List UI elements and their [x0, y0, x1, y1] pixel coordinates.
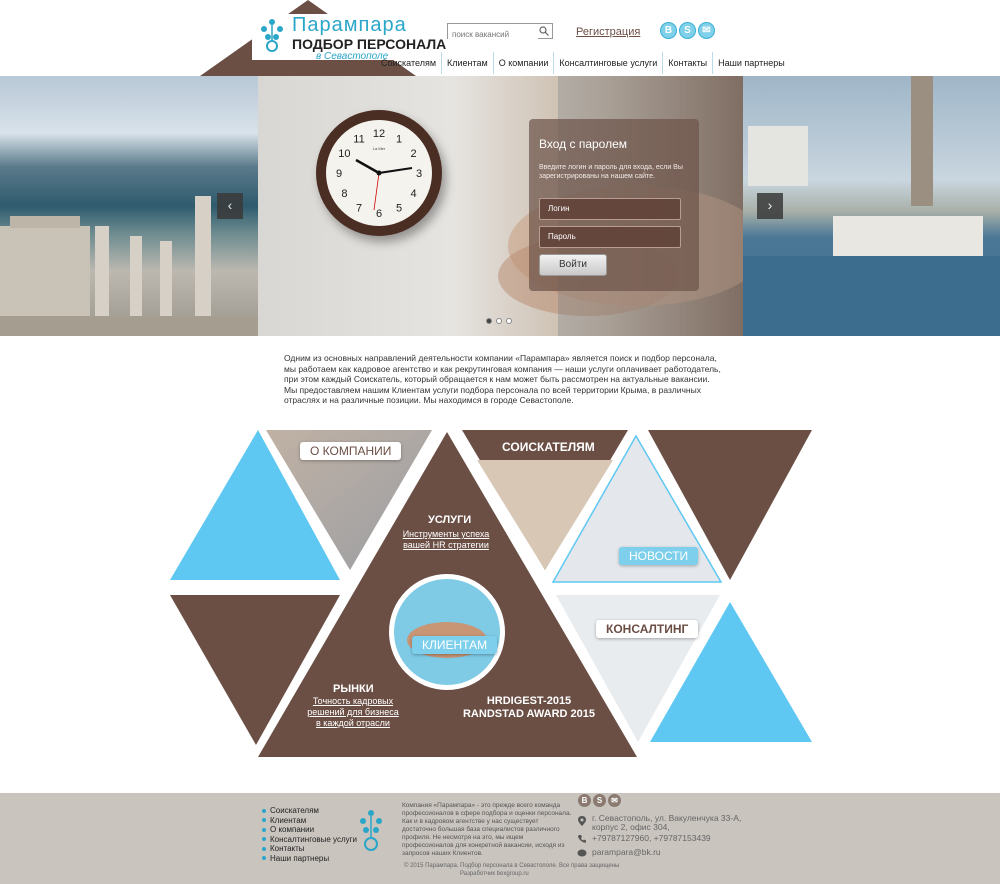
register-link[interactable]: Регистрация: [576, 26, 640, 38]
award-line-2: RANDSTAD AWARD 2015: [462, 708, 596, 720]
clock-numeral: 2: [411, 148, 417, 160]
clock-numeral: 6: [376, 208, 382, 220]
login-description: Введите логин и пароль для входа, если В…: [539, 164, 683, 180]
slider-dots: [486, 318, 512, 324]
slider-next-button[interactable]: ›: [757, 193, 783, 219]
password-field[interactable]: Пароль: [539, 226, 681, 248]
footer-menu-item[interactable]: Клиентам: [262, 816, 357, 826]
site-header: Парампара ПОДБОР ПЕРСОНАЛА в Севастополе…: [0, 0, 1000, 76]
footer-developer-link[interactable]: Разработчик bexgroup.ru: [460, 871, 529, 877]
footer-logo-icon: [360, 810, 382, 851]
bullet-icon: [262, 827, 266, 832]
search-input[interactable]: [448, 27, 538, 42]
clock-numeral: 4: [411, 188, 417, 200]
search-icon[interactable]: [539, 26, 549, 36]
search-box: [447, 23, 553, 42]
clock-numeral: 12: [373, 128, 385, 140]
footer-address: г. Севастополь, ул. Вакуленчука 33-А, ко…: [592, 813, 742, 832]
footer-menu-item[interactable]: О компании: [262, 825, 357, 835]
nav-item-contacts[interactable]: Контакты: [662, 52, 712, 74]
award-text: HRDIGEST-2015 RANDSTAD AWARD 2015: [462, 695, 596, 721]
clock-brand: La Mer: [373, 146, 386, 151]
bullet-icon: [262, 846, 266, 851]
nav-item-partners[interactable]: Наши партнеры: [712, 52, 790, 74]
award-line-1: HRDIGEST-2015: [486, 695, 572, 707]
sections-triangle-grid: О КОМПАНИИ СОИСКАТЕЛЯМ УСЛУГИ Инструмент…: [0, 420, 1000, 795]
slider-dot[interactable]: [496, 318, 502, 324]
clock-face: 12 1 2 3 4 5 6 7 8 9 10 11 La Mer: [326, 120, 432, 226]
clock-numeral: 5: [396, 203, 402, 215]
footer-menu-item[interactable]: Наши партнеры: [262, 854, 357, 864]
footer-vk-icon[interactable]: В: [578, 794, 591, 807]
site-footer: Соискателям Клиентам О компании Консалти…: [0, 793, 1000, 884]
footer-skype-icon[interactable]: S: [593, 794, 606, 807]
logo-title: Парампара: [292, 14, 407, 36]
skype-icon[interactable]: S: [679, 22, 696, 39]
clock-numeral: 10: [338, 148, 350, 160]
seekers-label[interactable]: СОИСКАТЕЛЯМ: [502, 440, 595, 454]
footer-menu-item[interactable]: Соискателям: [262, 806, 357, 816]
mail-icon[interactable]: ✉: [698, 22, 715, 39]
bullet-icon: [262, 818, 266, 823]
markets-title[interactable]: РЫНКИ: [333, 683, 374, 695]
services-title[interactable]: УСЛУГИ: [428, 514, 471, 526]
footer-email[interactable]: parampara@bk.ru: [592, 848, 661, 857]
slider-dot[interactable]: [506, 318, 512, 324]
slider-prev-button[interactable]: ‹: [217, 193, 243, 219]
news-button[interactable]: НОВОСТИ: [619, 547, 699, 565]
location-icon: [578, 816, 586, 826]
login-title: Вход с паролем: [539, 137, 627, 151]
login-field[interactable]: Логин: [539, 198, 681, 220]
logo-subtitle: ПОДБОР ПЕРСОНАЛА: [292, 36, 447, 52]
bullet-icon: [262, 856, 266, 861]
about-button[interactable]: О КОМПАНИИ: [300, 442, 402, 460]
clock-dial-icon: 12 12 3 45 6 78 9 1011 La Mer: [336, 128, 422, 220]
nav-item-seekers[interactable]: Соискателям: [376, 52, 441, 74]
footer-description: Компания «Парампара» - это прежде всего …: [402, 802, 572, 857]
slider-dot[interactable]: [486, 318, 492, 324]
clock-numeral: 9: [336, 168, 342, 180]
bullet-icon: [262, 808, 266, 813]
nav-item-consulting[interactable]: Консалтинговые услуги: [553, 52, 662, 74]
footer-menu: Соискателям Клиентам О компании Консалти…: [262, 806, 357, 863]
phone-icon: [578, 835, 586, 843]
nav-item-clients[interactable]: Клиентам: [441, 52, 493, 74]
footer-copyright: © 2015 Парампара. Подбор персонала в Сев…: [404, 863, 620, 869]
chat-icon: [577, 849, 587, 857]
intro-text: Одним из основных направлений деятельнос…: [284, 353, 721, 405]
nav-item-about[interactable]: О компании: [492, 52, 554, 74]
wall-clock-image: 12 1 2 3 4 5 6 7 8 9 10 11 La Mer: [316, 110, 442, 236]
footer-mail-icon[interactable]: ✉: [608, 794, 621, 807]
footer-menu-item[interactable]: Консалтинговые услуги: [262, 835, 357, 845]
logo-tree-icon: [261, 19, 283, 52]
main-nav: Соискателям Клиентам О компании Консалти…: [376, 52, 790, 74]
footer-menu-item[interactable]: Контакты: [262, 844, 357, 854]
clients-button[interactable]: КЛИЕНТАМ: [412, 636, 498, 654]
consulting-button[interactable]: КОНСАЛТИНГ: [596, 620, 699, 638]
login-submit-button[interactable]: Войти: [539, 254, 607, 276]
clock-numeral: 1: [396, 133, 402, 145]
login-panel: Вход с паролем Введите логин и пароль дл…: [529, 119, 699, 291]
clock-numeral: 3: [416, 168, 422, 180]
hero-slider: 12 1 2 3 4 5 6 7 8 9 10 11 La Mer ‹ › Вход с пароле…: [0, 76, 1000, 336]
footer-phones: +79787127960, +79787153439: [592, 833, 711, 843]
services-link[interactable]: Инструменты успеха вашей HR стратегии: [400, 529, 492, 551]
vk-icon[interactable]: В: [660, 22, 677, 39]
clock-numeral: 11: [353, 133, 364, 145]
markets-link[interactable]: Точность кадровых решений для бизнеса в …: [304, 696, 402, 729]
bullet-icon: [262, 837, 266, 842]
clock-numeral: 7: [356, 203, 362, 215]
clock-numeral: 8: [341, 188, 347, 200]
triangle-mosaic: [170, 430, 812, 757]
